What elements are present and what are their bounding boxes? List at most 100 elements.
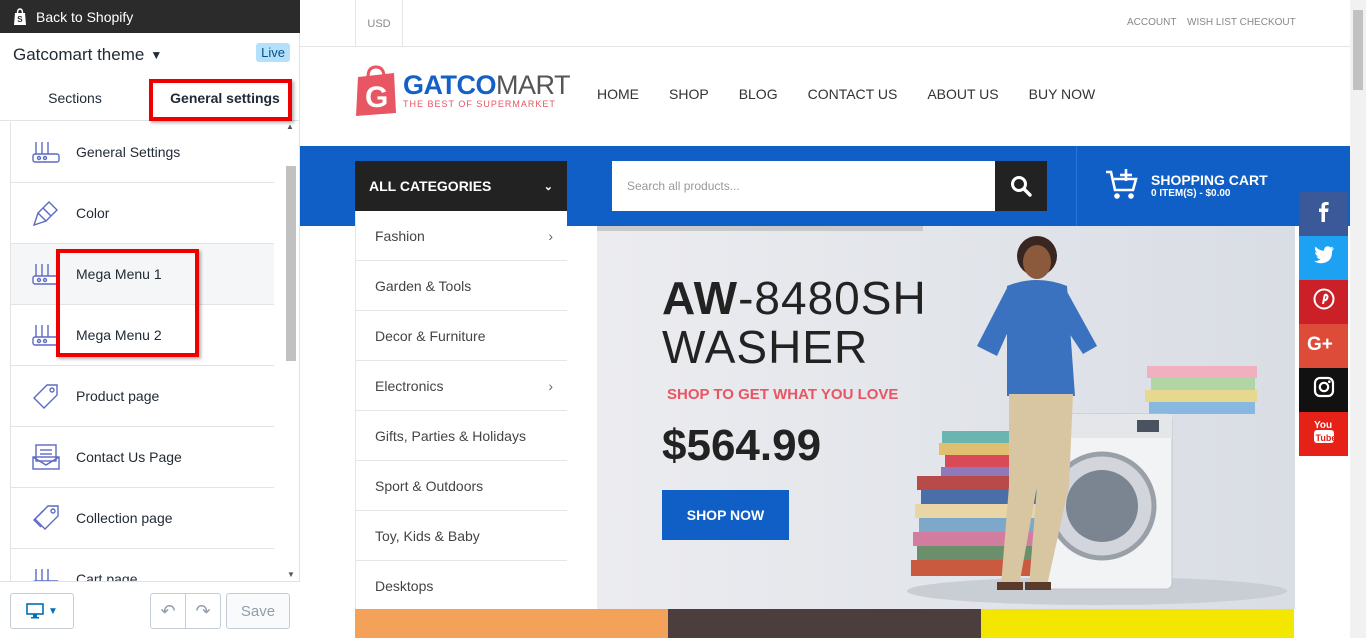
logo-tagline: THE BEST OF SUPERMARKET bbox=[403, 99, 556, 109]
chevron-down-icon: ⌄ bbox=[543, 180, 553, 193]
pinterest-icon bbox=[1313, 288, 1335, 316]
category-item[interactable]: Decor & Furniture bbox=[355, 311, 567, 361]
settings-icon bbox=[31, 320, 61, 350]
all-categories-label: ALL CATEGORIES bbox=[369, 178, 492, 194]
category-item[interactable]: Sport & Outdoors bbox=[355, 461, 567, 511]
category-item[interactable]: Fashion › bbox=[355, 211, 567, 261]
theme-selector[interactable]: Gatcomart theme ▼ Live bbox=[0, 33, 300, 76]
undo-button[interactable]: ↶ bbox=[150, 593, 186, 629]
settings-item-label: Color bbox=[76, 205, 110, 221]
youtube-icon: You Tube bbox=[1313, 417, 1336, 451]
cart-summary: 0 ITEM(S) - $0.00 bbox=[1151, 187, 1231, 199]
currency-selector[interactable]: USD bbox=[355, 0, 403, 47]
theme-editor-sidebar: S Back to Shopify Gatcomart theme ▼ Live… bbox=[0, 0, 300, 638]
redo-icon: ↷ bbox=[195, 600, 211, 621]
settings-item-label: Collection page bbox=[76, 510, 173, 526]
promo-tile[interactable] bbox=[355, 609, 668, 638]
nav-link[interactable]: BLOG bbox=[739, 86, 778, 102]
settings-icon bbox=[31, 259, 61, 289]
scrollbar-thumb[interactable] bbox=[1353, 10, 1363, 90]
tag-icon bbox=[31, 381, 61, 411]
scroll-down-icon[interactable]: ▼ bbox=[287, 570, 295, 579]
svg-text:G+: G+ bbox=[1307, 334, 1333, 353]
category-item[interactable]: Gifts, Parties & Holidays bbox=[355, 411, 567, 461]
instagram-share-button[interactable] bbox=[1299, 368, 1348, 412]
settings-item[interactable]: Mega Menu 2 bbox=[11, 305, 274, 366]
shopping-cart-link[interactable]: SHOPPING CART 0 ITEM(S) - $0.00 bbox=[1105, 168, 1268, 202]
svg-text:G: G bbox=[365, 81, 388, 114]
save-button[interactable]: Save bbox=[226, 593, 290, 629]
cart-add-icon bbox=[1106, 169, 1138, 199]
facebook-icon bbox=[1314, 200, 1334, 228]
svg-text:You: You bbox=[1314, 420, 1332, 431]
editor-footer: ▼ ↶ ↷ Save bbox=[0, 581, 300, 638]
back-to-shopify-link[interactable]: S Back to Shopify bbox=[0, 0, 300, 33]
promo-tile[interactable] bbox=[981, 609, 1294, 638]
tab-sections[interactable]: Sections bbox=[0, 76, 150, 120]
category-label: Sport & Outdoors bbox=[375, 477, 484, 494]
settings-item-label: Mega Menu 2 bbox=[76, 327, 162, 343]
category-item[interactable]: Electronics › bbox=[355, 361, 567, 411]
settings-item-label: Mega Menu 1 bbox=[76, 266, 162, 282]
search-input[interactable]: Search all products... bbox=[612, 161, 996, 211]
chevron-down-icon: ▼ bbox=[48, 605, 58, 617]
store-preview: USD ACCOUNT WISH LIST CHECKOUT G GATCOMA… bbox=[300, 0, 1350, 638]
store-logo[interactable]: G GATCOMART THE BEST OF SUPERMARKET bbox=[355, 63, 571, 117]
category-label: Gifts, Parties & Holidays bbox=[375, 427, 526, 444]
settings-item[interactable]: General Settings bbox=[11, 122, 274, 183]
category-label: Fashion bbox=[375, 227, 425, 244]
slider-progress bbox=[597, 226, 923, 231]
account-link[interactable]: ACCOUNT bbox=[1127, 17, 1176, 28]
search-button[interactable] bbox=[995, 161, 1047, 211]
preview-scrollbar[interactable] bbox=[1350, 0, 1366, 638]
promo-tiles bbox=[355, 609, 1294, 638]
category-label: Toy, Kids & Baby bbox=[375, 527, 480, 544]
settings-icon bbox=[31, 564, 61, 581]
category-label: Decor & Furniture bbox=[375, 327, 486, 344]
twitter-share-button[interactable] bbox=[1299, 236, 1348, 280]
category-item[interactable]: Garden & Tools bbox=[355, 261, 567, 311]
facebook-share-button[interactable] bbox=[1299, 192, 1348, 236]
hero-banner[interactable]: AW-8480SH WASHER SHOP TO GET WHAT YOU LO… bbox=[597, 226, 1295, 609]
youtube-share-button[interactable]: You Tube bbox=[1299, 412, 1348, 456]
settings-item[interactable]: Color bbox=[11, 183, 274, 244]
category-label: Desktops bbox=[375, 577, 434, 594]
promo-tile[interactable] bbox=[668, 609, 981, 638]
wishlist-checkout-link[interactable]: WISH LIST CHECKOUT bbox=[1187, 17, 1296, 28]
tab-general-settings[interactable]: General settings bbox=[150, 76, 300, 120]
sidebar-scrollbar[interactable]: ▲ ▼ bbox=[284, 122, 298, 581]
scroll-up-icon[interactable]: ▲ bbox=[286, 122, 294, 131]
settings-item[interactable]: Mega Menu 1 bbox=[11, 244, 274, 305]
editor-tabs: Sections General settings bbox=[0, 76, 300, 121]
settings-item-label: Cart page bbox=[76, 571, 138, 581]
shop-now-button[interactable]: SHOP NOW bbox=[662, 490, 789, 540]
nav-link[interactable]: ABOUT US bbox=[927, 86, 998, 102]
category-item[interactable]: Desktops bbox=[355, 561, 567, 611]
category-label: Garden & Tools bbox=[375, 277, 472, 294]
redo-button[interactable]: ↷ bbox=[185, 593, 221, 629]
settings-item[interactable]: Cart page bbox=[11, 549, 274, 581]
search-placeholder: Search all products... bbox=[627, 179, 740, 193]
back-label: Back to Shopify bbox=[36, 8, 134, 25]
banner-title-line2: WASHER bbox=[662, 321, 869, 373]
category-item[interactable]: Toy, Kids & Baby bbox=[355, 511, 567, 561]
google-plus-share-button[interactable]: G+ bbox=[1299, 324, 1348, 368]
nav-link[interactable]: CONTACT US bbox=[808, 86, 898, 102]
category-label: Electronics bbox=[375, 377, 444, 394]
banner-title-rest: -8480SH bbox=[738, 272, 927, 324]
nav-link[interactable]: SHOP bbox=[669, 86, 709, 102]
nav-link[interactable]: HOME bbox=[597, 86, 639, 102]
pinterest-share-button[interactable] bbox=[1299, 280, 1348, 324]
device-preview-button[interactable]: ▼ bbox=[10, 593, 74, 629]
cart-title: SHOPPING CART bbox=[1151, 171, 1268, 188]
settings-item[interactable]: Collection page bbox=[11, 488, 274, 549]
nav-link[interactable]: BUY NOW bbox=[1029, 86, 1096, 102]
twitter-icon bbox=[1313, 245, 1335, 271]
mail-icon bbox=[31, 442, 61, 472]
settings-item[interactable]: Product page bbox=[11, 366, 274, 427]
settings-item[interactable]: Contact Us Page bbox=[11, 427, 274, 488]
scrollbar-thumb[interactable] bbox=[286, 166, 296, 361]
social-share-bar: G+ You Tube bbox=[1299, 192, 1348, 456]
all-categories-button[interactable]: ALL CATEGORIES ⌄ bbox=[355, 161, 567, 211]
settings-icon bbox=[31, 137, 61, 167]
